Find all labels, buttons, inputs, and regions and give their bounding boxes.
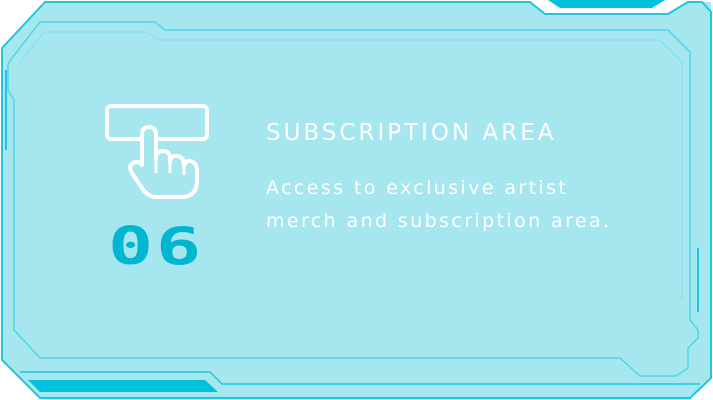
card-number: 06: [108, 222, 204, 268]
card-description: Access to exclusive artist merch and sub…: [266, 177, 612, 232]
card-number-text: 06: [108, 222, 204, 268]
card-title: SUBSCRIPTION AREA: [266, 120, 557, 146]
top-right-accent: [548, 0, 665, 8]
bottom-left-accent: [28, 380, 218, 392]
subscription-card: 06 SUBSCRIPTION AREA Access to exclusive…: [0, 0, 713, 400]
hand-pointer-click-icon: [105, 104, 209, 199]
